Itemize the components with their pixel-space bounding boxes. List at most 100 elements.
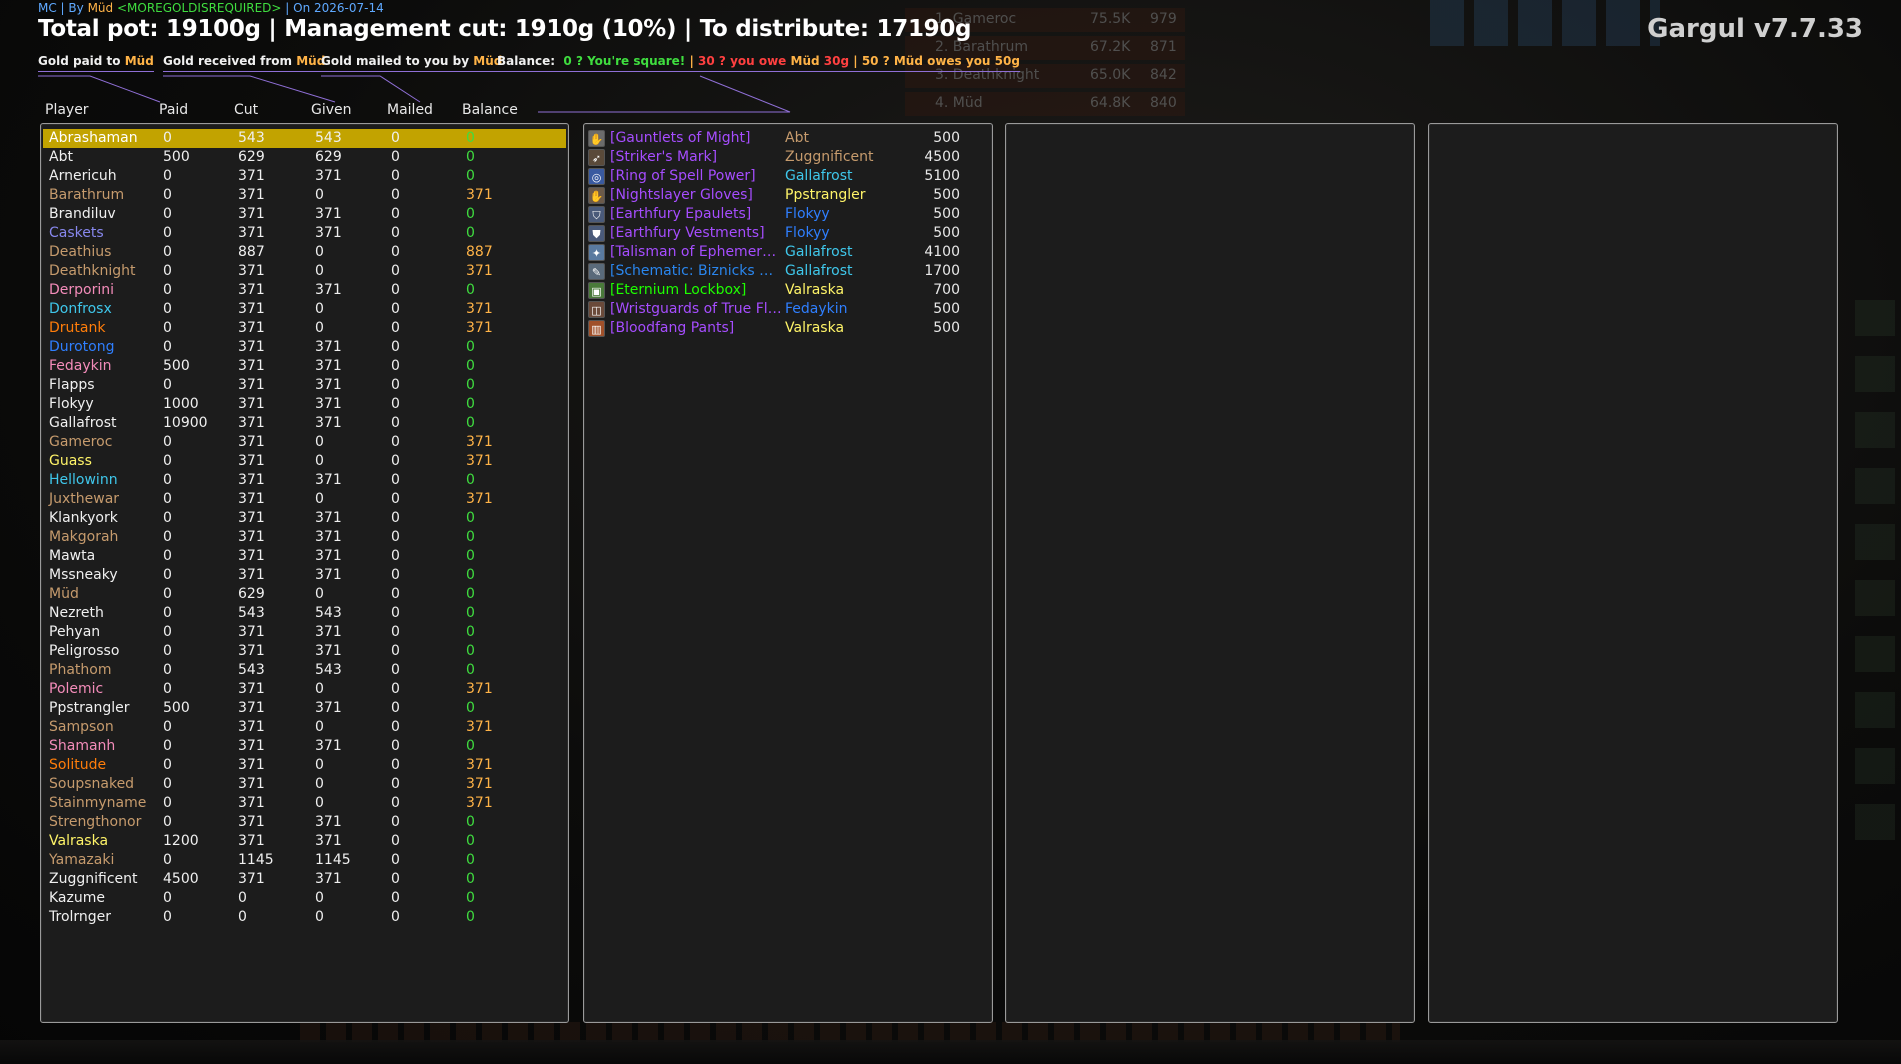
paid-value: 0 xyxy=(163,814,172,830)
shoulder-icon[interactable]: ⛉ xyxy=(588,206,605,223)
table-row[interactable]: Drutank 0 371 0 0 371 xyxy=(43,319,566,338)
table-row[interactable]: Polemic 0 371 0 0 371 xyxy=(43,680,566,699)
column-header-player[interactable]: Player xyxy=(45,102,89,118)
given-value: 371 xyxy=(315,700,342,716)
table-row[interactable]: Klankyork 0 371 371 0 0 xyxy=(43,509,566,528)
table-row[interactable]: Zuggnificent 4500 371 371 0 0 xyxy=(43,870,566,889)
chest-icon[interactable]: ⛊ xyxy=(588,225,605,242)
loot-row[interactable]: ✋ [Nightslayer Gloves] Ppstrangler 500 xyxy=(586,186,990,205)
given-value: 0 xyxy=(315,719,324,735)
player-name: Yamazaki xyxy=(49,852,115,868)
table-row[interactable]: Deathius 0 887 0 0 887 xyxy=(43,243,566,262)
item-link[interactable]: [Bloodfang Pants] xyxy=(610,320,782,336)
item-link[interactable]: [Striker's Mark] xyxy=(610,149,782,165)
player-name: Peligrosso xyxy=(49,643,120,659)
table-row[interactable]: Solitude 0 371 0 0 371 xyxy=(43,756,566,775)
paid-value: 0 xyxy=(163,472,172,488)
item-link[interactable]: [Gauntlets of Might] xyxy=(610,130,782,146)
table-row[interactable]: Yamazaki 0 1145 1145 0 0 xyxy=(43,851,566,870)
table-row[interactable]: Stainmyname 0 371 0 0 371 xyxy=(43,794,566,813)
loot-row[interactable]: ➶ [Striker's Mark] Zuggnificent 4500 xyxy=(586,148,990,167)
table-row[interactable]: Flapps 0 371 371 0 0 xyxy=(43,376,566,395)
loot-row[interactable]: ⛊ [Earthfury Vestments] Flokyy 500 xyxy=(586,224,990,243)
table-row[interactable]: Valraska 1200 371 371 0 0 xyxy=(43,832,566,851)
table-row[interactable]: Müd 0 629 0 0 0 xyxy=(43,585,566,604)
balance-value: 0 xyxy=(466,605,475,621)
loot-row[interactable]: ⛉ [Earthfury Epaulets] Flokyy 500 xyxy=(586,205,990,224)
table-row[interactable]: Trolrnger 0 0 0 0 0 xyxy=(43,908,566,927)
column-header-paid[interactable]: Paid xyxy=(159,102,188,118)
table-row[interactable]: Guass 0 371 0 0 371 xyxy=(43,452,566,471)
table-row[interactable]: Abt 500 629 629 0 0 xyxy=(43,148,566,167)
table-row[interactable]: Makgorah 0 371 371 0 0 xyxy=(43,528,566,547)
paid-value: 0 xyxy=(163,586,172,602)
table-row[interactable]: Caskets 0 371 371 0 0 xyxy=(43,224,566,243)
loot-row[interactable]: ✦ [Talisman of Ephemeral... Gallafrost 4100 xyxy=(586,243,990,262)
player-name: Arnericuh xyxy=(49,168,117,184)
table-row[interactable]: Pehyan 0 371 371 0 0 xyxy=(43,623,566,642)
table-row[interactable]: Derporini 0 371 371 0 0 xyxy=(43,281,566,300)
loot-row[interactable]: ◫ [Wristguards of True Fli... Fedaykin 500 xyxy=(586,300,990,319)
column-header-balance[interactable]: Balance xyxy=(462,102,518,118)
item-link[interactable]: [Wristguards of True Fli... xyxy=(610,301,782,317)
mailed-value: 0 xyxy=(391,301,400,317)
item-link[interactable]: [Ring of Spell Power] xyxy=(610,168,782,184)
table-row[interactable]: Barathrum 0 371 0 0 371 xyxy=(43,186,566,205)
glove-icon[interactable]: ✋ xyxy=(588,187,605,204)
loot-row[interactable]: ◎ [Ring of Spell Power] Gallafrost 5100 xyxy=(586,167,990,186)
table-row[interactable]: Nezreth 0 543 543 0 0 xyxy=(43,604,566,623)
table-row[interactable]: Hellowinn 0 371 371 0 0 xyxy=(43,471,566,490)
item-link[interactable]: [Earthfury Vestments] xyxy=(610,225,782,241)
given-value: 371 xyxy=(315,415,342,431)
loot-row[interactable]: ✋ [Gauntlets of Might] Abt 500 xyxy=(586,129,990,148)
table-row[interactable]: Brandiluv 0 371 371 0 0 xyxy=(43,205,566,224)
table-row[interactable]: Gameroc 0 371 0 0 371 xyxy=(43,433,566,452)
column-header-mailed[interactable]: Mailed xyxy=(387,102,433,118)
item-link[interactable]: [Eternium Lockbox] xyxy=(610,282,782,298)
pants-icon[interactable]: ▥ xyxy=(588,320,605,337)
column-header-given[interactable]: Given xyxy=(311,102,352,118)
table-row[interactable]: Kazume 0 0 0 0 0 xyxy=(43,889,566,908)
table-row[interactable]: Durotong 0 371 371 0 0 xyxy=(43,338,566,357)
ring-icon[interactable]: ◎ xyxy=(588,168,605,185)
table-row[interactable]: Ppstrangler 500 371 371 0 0 xyxy=(43,699,566,718)
table-row[interactable]: Fedaykin 500 371 371 0 0 xyxy=(43,357,566,376)
item-link[interactable]: [Nightslayer Gloves] xyxy=(610,187,782,203)
loot-row[interactable]: ✎ [Schematic: Biznicks 24... Gallafrost 170… xyxy=(586,262,990,281)
table-row[interactable]: Gallafrost 10900 371 371 0 0 xyxy=(43,414,566,433)
cut-value: 887 xyxy=(238,244,265,260)
lockbox-icon[interactable]: ▣ xyxy=(588,282,605,299)
table-row[interactable]: Deathknight 0 371 0 0 371 xyxy=(43,262,566,281)
loot-row[interactable]: ▣ [Eternium Lockbox] Valraska 700 xyxy=(586,281,990,300)
item-link[interactable]: [Schematic: Biznicks 24... xyxy=(610,263,782,279)
item-link[interactable]: [Earthfury Epaulets] xyxy=(610,206,782,222)
paid-value: 0 xyxy=(163,453,172,469)
talisman-icon[interactable]: ✦ xyxy=(588,244,605,261)
table-row[interactable]: Flokyy 1000 371 371 0 0 xyxy=(43,395,566,414)
loot-row[interactable]: ▥ [Bloodfang Pants] Valraska 500 xyxy=(586,319,990,338)
table-row[interactable]: Donfrosx 0 371 0 0 371 xyxy=(43,300,566,319)
table-row[interactable]: Sampson 0 371 0 0 371 xyxy=(43,718,566,737)
table-row[interactable]: Juxthewar 0 371 0 0 371 xyxy=(43,490,566,509)
table-row[interactable]: Phathom 0 543 543 0 0 xyxy=(43,661,566,680)
balance-value: 0 xyxy=(466,548,475,564)
cut-value: 629 xyxy=(238,586,265,602)
player-name: Mssneaky xyxy=(49,567,118,583)
table-row[interactable]: Shamanh 0 371 371 0 0 xyxy=(43,737,566,756)
table-row[interactable]: Mssneaky 0 371 371 0 0 xyxy=(43,566,566,585)
table-row[interactable]: Soupsnaked 0 371 0 0 371 xyxy=(43,775,566,794)
gauntlet-icon[interactable]: ✋ xyxy=(588,130,605,147)
table-row[interactable]: Abrashaman 0 543 543 0 0 xyxy=(43,129,566,148)
bow-icon[interactable]: ➶ xyxy=(588,149,605,166)
column-header-cut[interactable]: Cut xyxy=(234,102,258,118)
table-row[interactable]: Peligrosso 0 371 371 0 0 xyxy=(43,642,566,661)
table-row[interactable]: Mawta 0 371 371 0 0 xyxy=(43,547,566,566)
player-name: Pehyan xyxy=(49,624,101,640)
item-link[interactable]: [Talisman of Ephemeral... xyxy=(610,244,782,260)
mailed-value: 0 xyxy=(391,396,400,412)
mailed-value: 0 xyxy=(391,282,400,298)
table-row[interactable]: Arnericuh 0 371 371 0 0 xyxy=(43,167,566,186)
bracer-icon[interactable]: ◫ xyxy=(588,301,605,318)
schematic-icon[interactable]: ✎ xyxy=(588,263,605,280)
table-row[interactable]: Strengthonor 0 371 371 0 0 xyxy=(43,813,566,832)
